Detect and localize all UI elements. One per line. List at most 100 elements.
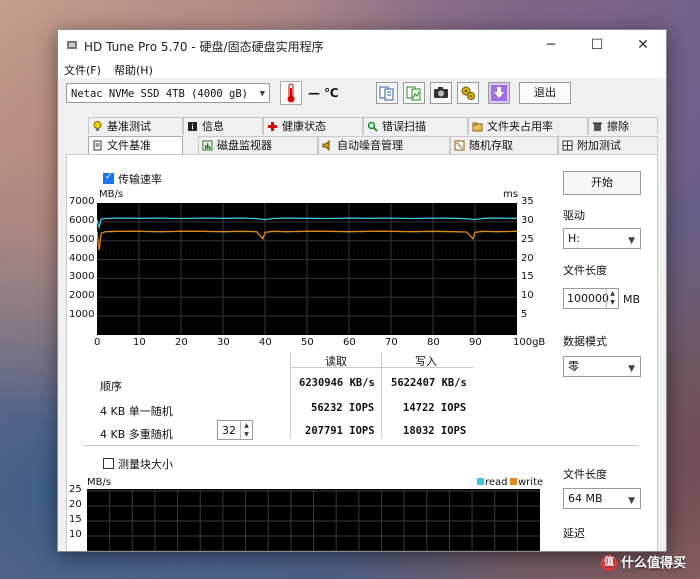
drive-combo-value: H: [568,232,580,245]
y-axis-tick-label: 3000 [69,271,95,283]
chevron-down-icon: ▼ [628,496,635,506]
smzdm-logo-icon: 值 [600,555,617,571]
y-axis-tick-label: 5000 [69,233,95,245]
start-button[interactable]: 开始 [563,171,641,195]
spinner-arrows-icon[interactable]: ▲ ▼ [240,421,252,439]
tab-benchmark[interactable]: 基准测试 [88,117,183,135]
data-mode-label: 数据模式 [563,335,607,348]
minimize-button[interactable]: ─ [528,30,574,60]
queue-depth-value: 32 [222,424,236,437]
maximize-button[interactable]: ☐ [574,30,620,60]
block-y-axis-tick-label: 20 [69,499,82,510]
speaker-icon [322,140,330,151]
y-axis-tick-label: 4000 [69,252,95,264]
thermometer-button[interactable] [280,81,302,105]
x-axis-tick-label: 20 [175,337,188,348]
drive-select[interactable]: Netac NVMe SSD 4TB (4000 gB) ▼ [66,83,270,103]
lightbulb-icon [93,121,102,131]
y-axis-unit: MB/s [99,189,124,200]
tab-label: 磁盘监视器 [217,139,272,152]
read-header: 读取 [325,355,347,368]
dice-icon [454,140,465,151]
data-mode-combo[interactable]: 零 ▼ [563,356,641,377]
tab-label: 随机存取 [469,139,513,152]
transfer-rate-chart [97,203,517,335]
tab-label: 附加测试 [577,139,621,152]
file-length-value: 100000 [567,292,609,305]
legend-write: write [510,477,543,488]
transfer-rate-checkbox[interactable] [103,172,114,184]
copy-text-button[interactable] [376,82,398,104]
menu-bar: 文件(F) 帮助(H) [58,60,666,78]
tab-label: 错误扫描 [382,120,426,133]
tab-error-scan[interactable]: 错误扫描 [363,117,468,135]
block-file-length-value: 64 MB [568,492,603,505]
block-file-length-combo[interactable]: 64 MB ▼ [563,488,641,509]
tab-extra-tests[interactable]: 附加测试 [558,136,658,154]
write-header: 写入 [415,355,437,368]
file-benchmark-panel: 传输速率 MB/s ms 700060005000400030002000100… [66,154,658,551]
block-y-axis-tick-label: 10 [69,529,82,540]
save-button[interactable] [488,82,510,104]
tab-label: 文件夹占用率 [487,120,553,133]
y2-axis-tick-label: 35 [521,196,534,207]
result-row-label: 4 KB 单一随机 [100,405,173,418]
block-y-axis-tick-label: 15 [69,514,82,525]
y-axis-tick-label: 1000 [69,309,95,321]
document-icon [93,140,102,151]
tab-label: 擦除 [607,120,629,133]
queue-depth-spinner[interactable]: 32 ▲ ▼ [217,420,253,440]
tab-aam[interactable]: 自动噪音管理 [318,136,450,154]
table-header-rule [291,367,473,368]
download-arrow-icon [491,85,507,101]
menu-help[interactable]: 帮助(H) [114,62,153,78]
tab-folder-usage[interactable]: 文件夹占用率 [468,117,588,135]
y-axis-tick-label: 7000 [69,196,95,207]
x-axis-tick-label: 0 [94,337,101,348]
tab-info[interactable]: 信息 [183,117,263,135]
legend-read-label: read [485,477,508,488]
options-button[interactable] [457,82,479,104]
chevron-down-icon: ▼ [628,364,635,374]
tab-label: 基准测试 [107,120,151,133]
table-divider [290,352,291,438]
tab-random-access[interactable]: 随机存取 [450,136,558,154]
tab-health[interactable]: 健康状态 [263,117,363,135]
file-length-unit: MB [623,293,641,306]
y2-axis-tick-label: 5 [521,309,528,321]
file-length-spinner[interactable]: 100000 ▲ ▼ [563,288,619,309]
watermark: 值什么值得买 [600,552,686,571]
block-size-checkbox[interactable] [103,458,114,469]
tab-row-top: 基准测试 信息 健康状态 错误扫描 文件夹占用率 擦除 [66,117,658,135]
block-y-axis-unit: MB/s [87,477,112,488]
legend-read-swatch [477,478,484,485]
transfer-rate-label: 传输速率 [118,173,162,186]
temperature-value: — ℃ [308,86,339,100]
tab-file-benchmark[interactable]: 文件基准 [88,136,183,154]
screenshot-button[interactable] [430,82,452,104]
result-write-value: 14722 IOPS [403,402,467,414]
block-file-length-label: 文件长度 [563,468,607,481]
thermometer-icon [287,83,295,103]
window-title: HD Tune Pro 5.70 - 硬盘/固态硬盘实用程序 [84,40,324,54]
x-axis-tick-label: 80 [427,337,440,348]
spinner-arrows-icon[interactable]: ▲ ▼ [606,289,618,308]
x-axis-tick-label: 90 [469,337,482,348]
chevron-down-icon: ▼ [259,89,265,99]
file-length-label: 文件长度 [563,264,607,277]
result-write-value: 18032 IOPS [403,425,467,437]
legend-read: read [477,477,508,488]
result-row-label: 顺序 [100,380,122,393]
copy-image-icon [406,86,421,101]
close-button[interactable]: ✕ [620,30,666,60]
exit-button[interactable]: 退出 [519,82,571,104]
title-bar[interactable]: HD Tune Pro 5.70 - 硬盘/固态硬盘实用程序 ─ ☐ ✕ [58,30,666,60]
copy-icon [379,86,394,101]
tab-erase[interactable]: 擦除 [588,117,658,135]
copy-image-button[interactable] [403,82,425,104]
drive-combo[interactable]: H: ▼ [563,228,641,249]
y2-axis-tick-label: 15 [521,271,534,283]
menu-file[interactable]: 文件(F) [64,62,101,78]
x-axis-tick-label: 10 [133,337,146,348]
tab-disk-monitor[interactable]: 磁盘监视器 [198,136,318,154]
